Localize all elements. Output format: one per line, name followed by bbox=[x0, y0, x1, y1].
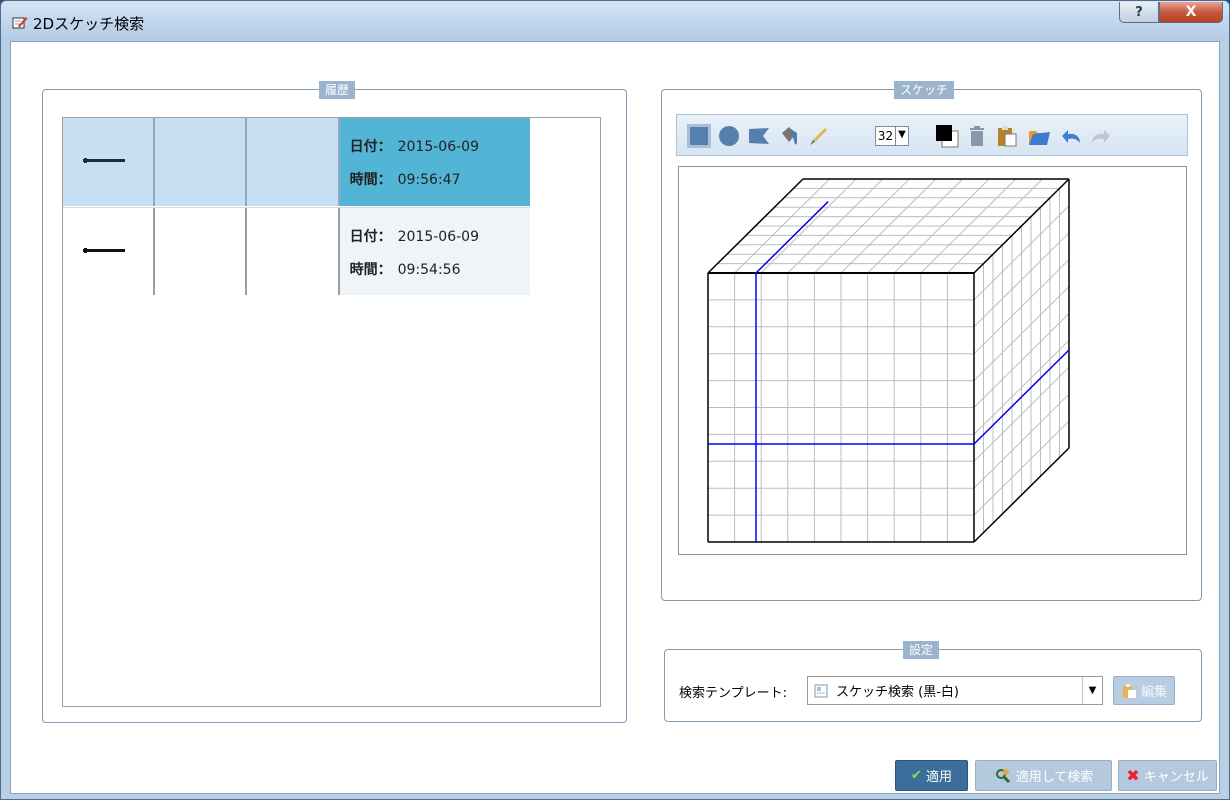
cancel-label: キャンセル bbox=[1143, 770, 1209, 785]
thumbnail-cell bbox=[63, 118, 156, 206]
sketch-legend: スケッチ bbox=[893, 81, 955, 99]
sketch-thumbnail bbox=[83, 158, 125, 163]
search-user-icon bbox=[995, 768, 1010, 783]
chevron-down-icon: ▼ bbox=[898, 129, 906, 140]
template-value: スケッチ検索 (黒-白) bbox=[836, 685, 959, 700]
apply-and-search-button[interactable]: 適用して検索 bbox=[975, 760, 1112, 791]
polygon-tool-icon[interactable] bbox=[747, 124, 771, 148]
template-select[interactable]: スケッチ検索 (黒-白) ▼ bbox=[807, 676, 1103, 705]
sketch-group: スケッチ 32 ▼ bbox=[661, 81, 1202, 601]
open-folder-icon[interactable] bbox=[1027, 124, 1051, 148]
apply-label: 適用 bbox=[925, 770, 952, 785]
dialog-client-area: 履歴 日付： 2015-06-09 時間： 09:56:47 日付： 2015-… bbox=[10, 41, 1220, 794]
history-legend: 履歴 bbox=[318, 81, 356, 99]
date-label: 日付： bbox=[349, 229, 392, 245]
thumbnail-cell bbox=[63, 208, 156, 295]
history-info: 日付： 2015-06-09 時間： 09:54:56 bbox=[339, 208, 531, 295]
date-label: 日付： bbox=[349, 139, 392, 155]
cancel-button[interactable]: ✖ キャンセル bbox=[1118, 760, 1217, 791]
time-label: 時間： bbox=[349, 262, 392, 278]
thumbnail-cell bbox=[155, 208, 248, 295]
help-icon: ? bbox=[1135, 4, 1143, 20]
template-icon bbox=[814, 684, 828, 697]
history-info: 日付： 2015-06-09 時間： 09:56:47 bbox=[339, 118, 531, 206]
dialog-window: 2Dスケッチ検索 ? X 履歴 日付： 2015-06-09 時間： 09:56… bbox=[0, 0, 1230, 800]
thumbnail-cell bbox=[247, 208, 340, 295]
history-row-2[interactable]: 日付： 2015-06-09 時間： 09:54:56 bbox=[63, 207, 531, 295]
template-label: 検索テンプレート: bbox=[679, 686, 787, 701]
rectangle-tool-icon[interactable] bbox=[687, 124, 711, 148]
fill-bucket-icon[interactable] bbox=[777, 124, 801, 148]
redo-icon[interactable] bbox=[1089, 124, 1113, 148]
sketch-toolbar: 32 ▼ bbox=[676, 114, 1188, 156]
time-value: 09:56:47 bbox=[397, 172, 461, 188]
sketch-thumbnail bbox=[83, 248, 125, 253]
close-icon: ✖ bbox=[1126, 766, 1140, 785]
edit-button[interactable]: 編集 bbox=[1113, 676, 1175, 705]
apply-button[interactable]: ✔ 適用 bbox=[895, 760, 968, 791]
chevron-down-icon[interactable]: ▼ bbox=[1082, 677, 1102, 704]
ellipse-tool-icon[interactable] bbox=[717, 124, 741, 148]
title-bar[interactable]: 2Dスケッチ検索 ? X bbox=[1, 1, 1229, 41]
date-value: 2015-06-09 bbox=[397, 139, 479, 155]
help-button[interactable]: ? bbox=[1119, 2, 1159, 23]
color-picker-icon[interactable] bbox=[935, 124, 959, 148]
close-button[interactable]: X bbox=[1159, 2, 1223, 23]
sketch-app-icon bbox=[12, 17, 28, 29]
undo-icon[interactable] bbox=[1059, 124, 1083, 148]
history-group: 履歴 日付： 2015-06-09 時間： 09:56:47 日付： 2015-… bbox=[42, 81, 627, 723]
check-icon: ✔ bbox=[911, 768, 922, 783]
sketch-canvas[interactable] bbox=[678, 166, 1187, 555]
apply-and-search-label: 適用して検索 bbox=[1015, 770, 1094, 785]
date-value: 2015-06-09 bbox=[397, 229, 479, 245]
paste-icon[interactable] bbox=[995, 124, 1019, 148]
time-value: 09:54:56 bbox=[397, 262, 461, 278]
brush-size-value: 32 bbox=[876, 127, 896, 145]
brush-size-select[interactable]: 32 ▼ bbox=[875, 126, 909, 146]
history-list[interactable]: 日付： 2015-06-09 時間： 09:56:47 日付： 2015-06-… bbox=[62, 117, 601, 707]
settings-group: 設定 検索テンプレート: スケッチ検索 (黒-白) ▼ 編集 bbox=[664, 641, 1202, 722]
settings-legend: 設定 bbox=[902, 641, 940, 659]
thumbnail-cell bbox=[155, 118, 248, 206]
thumbnail-cell bbox=[247, 118, 340, 206]
sketch-stroke bbox=[755, 201, 829, 274]
brush-icon[interactable] bbox=[807, 124, 831, 148]
edit-label: 編集 bbox=[1140, 685, 1167, 700]
window-title: 2Dスケッチ検索 bbox=[33, 15, 145, 33]
trash-icon[interactable] bbox=[965, 124, 989, 148]
paste-icon bbox=[1122, 683, 1136, 698]
time-label: 時間： bbox=[349, 172, 392, 188]
history-row-1[interactable]: 日付： 2015-06-09 時間： 09:56:47 bbox=[63, 118, 531, 206]
close-icon: X bbox=[1185, 4, 1197, 20]
cube-sketch bbox=[707, 178, 1070, 543]
